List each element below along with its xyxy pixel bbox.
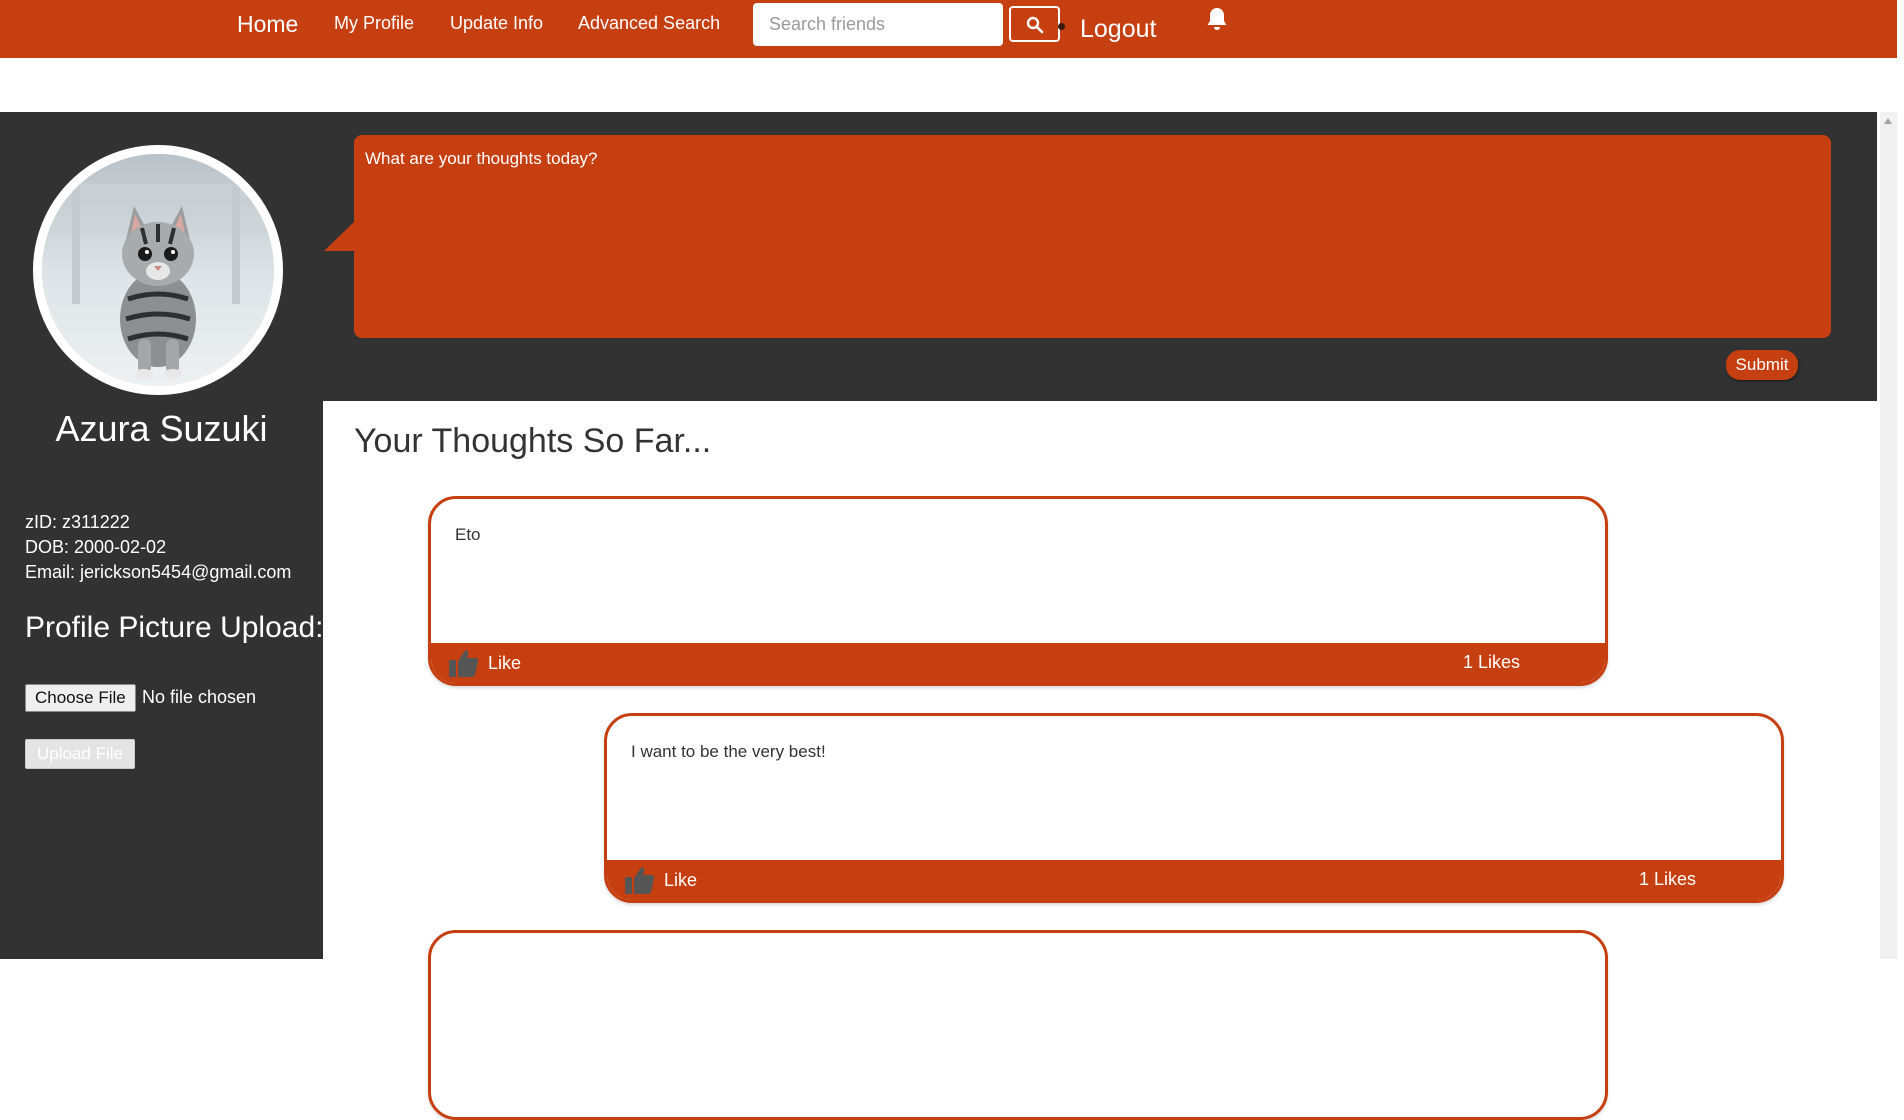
post-text: Eto bbox=[455, 525, 481, 544]
nav-advanced-search-link[interactable]: Advanced Search bbox=[578, 13, 720, 34]
window-edge bbox=[1897, 0, 1904, 959]
bell-icon bbox=[1207, 8, 1227, 30]
profile-dob: DOB: 2000-02-02 bbox=[25, 537, 167, 557]
post-text: I want to be the very best! bbox=[631, 742, 826, 761]
top-navbar: Home My Profile Update Info Advanced Sea… bbox=[0, 0, 1897, 58]
post-action-bar: Like 1 Likes bbox=[607, 860, 1781, 900]
profile-name: Azura Suzuki bbox=[55, 408, 268, 449]
feed-heading: Your Thoughts So Far... bbox=[354, 422, 712, 460]
notifications-button[interactable] bbox=[1205, 6, 1229, 37]
post-action-bar: Like 1 Likes bbox=[431, 643, 1605, 683]
choose-file-button[interactable]: Choose File bbox=[25, 684, 136, 712]
nav-home-link[interactable]: Home bbox=[237, 11, 298, 38]
page-scrollbar[interactable] bbox=[1880, 112, 1897, 959]
thumbs-up-icon bbox=[625, 867, 655, 894]
like-label: Like bbox=[488, 653, 522, 673]
like-label: Like bbox=[664, 870, 698, 890]
speech-bubble-tail bbox=[324, 222, 354, 251]
nav-update-info-link[interactable]: Update Info bbox=[450, 13, 543, 34]
like-count: 1 Likes bbox=[1462, 652, 1520, 672]
upload-file-button: Upload File bbox=[25, 739, 135, 769]
thought-input[interactable] bbox=[354, 135, 1831, 338]
profile-avatar bbox=[33, 145, 283, 395]
logout-link[interactable]: Logout bbox=[1080, 15, 1156, 44]
profile-zid: zID: z311222 bbox=[25, 512, 130, 532]
kitten-photo bbox=[42, 154, 274, 386]
file-status-text: No file chosen bbox=[142, 687, 257, 707]
logout-indicator-dot bbox=[1058, 23, 1065, 30]
thought-post: I want to be the very best! Like 1 Likes bbox=[604, 713, 1784, 903]
profile-email: Email: jerickson5454@gmail.com bbox=[25, 562, 292, 582]
scroll-up-arrow-icon[interactable] bbox=[1884, 118, 1892, 124]
submit-thought-button[interactable]: Submit bbox=[1726, 350, 1798, 380]
thought-post: Eto Like 1 Likes bbox=[428, 496, 1608, 686]
search-icon bbox=[1026, 16, 1044, 34]
search-button[interactable] bbox=[1009, 6, 1060, 42]
like-count: 1 Likes bbox=[1638, 869, 1696, 889]
profile-picture-upload-heading: Profile Picture Upload: bbox=[25, 611, 324, 644]
search-friends-input[interactable] bbox=[753, 3, 1003, 46]
nav-my-profile-link[interactable]: My Profile bbox=[334, 13, 414, 34]
thumbs-up-icon bbox=[449, 650, 479, 677]
